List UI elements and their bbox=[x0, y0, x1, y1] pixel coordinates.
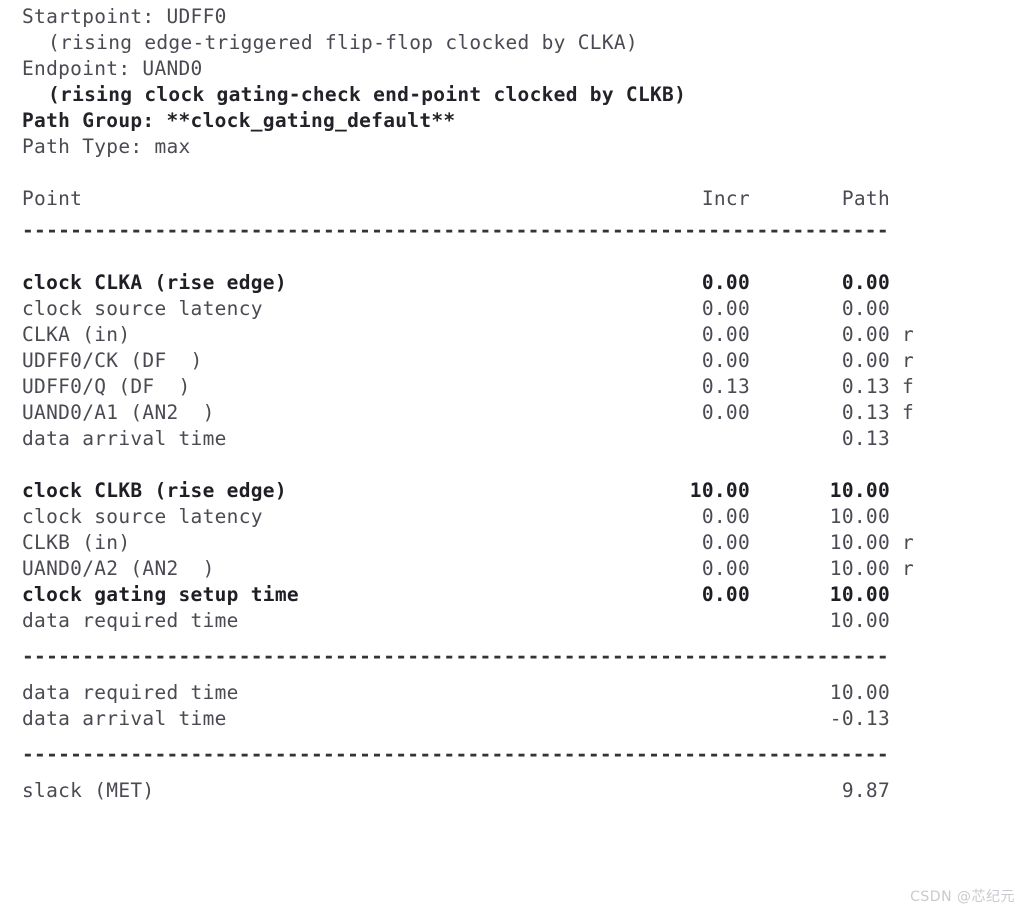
spacer-after-rule-2 bbox=[22, 670, 1007, 680]
capture-path-row: CLKB (in) 0.00 10.00 r bbox=[22, 530, 1007, 556]
capture-path-path: 10.00 bbox=[829, 583, 890, 606]
launch-path-incr: 0.00 bbox=[701, 349, 750, 372]
capture-path-path: 10.00 bbox=[829, 609, 890, 632]
spacer-before-rule-2 bbox=[22, 634, 1007, 644]
separator-rule-bottom: ----------------------------------------… bbox=[22, 743, 889, 766]
launch-path-incr: 0.13 bbox=[701, 375, 750, 398]
path-type-line: Path Type: max bbox=[22, 135, 191, 158]
launch-path-path: 0.13 bbox=[841, 375, 890, 398]
spacer-before-rule-3 bbox=[22, 732, 1007, 742]
spacer-before-launch-block bbox=[22, 244, 1007, 270]
capture-path-row: clock gating setup time 0.00 10.00 bbox=[22, 582, 1007, 608]
launch-path-incr: 0.00 bbox=[701, 297, 750, 320]
report-body: Startpoint: UDFF0 (rising edge-triggered… bbox=[22, 4, 1007, 804]
column-header-incr: Incr bbox=[701, 187, 750, 210]
launch-clock-path-block: clock CLKA (rise edge) 0.00 0.00 clock sour… bbox=[22, 270, 1007, 452]
launch-path-path: 0.13 bbox=[841, 427, 890, 450]
launch-path-path: 0.00 bbox=[841, 297, 890, 320]
capture-path-row: clock CLKB (rise edge) 10.00 10.00 bbox=[22, 478, 1007, 504]
slack-row-container: slack (MET) 9.87 bbox=[22, 778, 1007, 804]
launch-path-incr: 0.00 bbox=[701, 271, 750, 294]
spacer-after-rule-3 bbox=[22, 768, 1007, 778]
launch-path-transition-flag: r bbox=[902, 349, 915, 372]
startpoint-line: Startpoint: UDFF0 bbox=[22, 5, 227, 28]
startpoint-detail-line: (rising edge-triggered flip-flop clocked… bbox=[48, 31, 638, 54]
launch-path-incr: 0.00 bbox=[701, 401, 750, 424]
launch-path-path: 0.00 bbox=[841, 323, 890, 346]
launch-path-path: 0.00 bbox=[841, 271, 890, 294]
spacer-after-preamble bbox=[22, 160, 1007, 186]
launch-path-point: UDFF0/Q (DF ) bbox=[22, 375, 191, 398]
spacer-between-blocks bbox=[22, 452, 1007, 478]
column-header-point: Point bbox=[22, 187, 83, 210]
capture-path-transition-flag: r bbox=[902, 531, 915, 554]
capture-path-point: UAND0/A2 (AN2 ) bbox=[22, 557, 215, 580]
summary-path: -0.13 bbox=[829, 707, 890, 730]
capture-path-point: clock gating setup time bbox=[22, 583, 299, 606]
capture-path-row: data required time 10.00 bbox=[22, 608, 1007, 634]
launch-path-transition-flag: f bbox=[902, 401, 915, 424]
summary-block: data required time 10.00 data arrival time… bbox=[22, 680, 1007, 732]
capture-path-transition-flag: r bbox=[902, 557, 915, 580]
launch-path-row: clock CLKA (rise edge) 0.00 0.00 bbox=[22, 270, 1007, 296]
summary-row: data required time 10.00 bbox=[22, 680, 1007, 706]
separator-rule-middle: ----------------------------------------… bbox=[22, 645, 889, 668]
capture-path-path: 10.00 bbox=[829, 505, 890, 528]
summary-point: data required time bbox=[22, 681, 239, 704]
slack-row: slack (MET) 9.87 bbox=[22, 778, 1007, 804]
launch-path-transition-flag: r bbox=[902, 323, 915, 346]
capture-path-incr: 0.00 bbox=[701, 557, 750, 580]
launch-path-path: 0.13 bbox=[841, 401, 890, 424]
endpoint-line: Endpoint: UAND0 bbox=[22, 57, 203, 80]
launch-path-point: UAND0/A1 (AN2 ) bbox=[22, 401, 215, 424]
capture-path-path: 10.00 bbox=[829, 531, 890, 554]
capture-clock-path-block: clock CLKB (rise edge) 10.00 10.00 clock so… bbox=[22, 478, 1007, 634]
launch-path-transition-flag: f bbox=[902, 375, 915, 398]
table-column-header: Point Incr Path bbox=[22, 186, 1007, 212]
capture-path-path: 10.00 bbox=[829, 479, 890, 502]
endpoint-detail-line: (rising clock gating-check end-point clo… bbox=[48, 83, 687, 106]
launch-path-path: 0.00 bbox=[841, 349, 890, 372]
capture-path-row: clock source latency 0.00 10.00 bbox=[22, 504, 1007, 530]
launch-path-row: UDFF0/Q (DF ) 0.13 0.13 f bbox=[22, 374, 1007, 400]
launch-path-row: CLKA (in) 0.00 0.00 r bbox=[22, 322, 1007, 348]
capture-path-incr: 0.00 bbox=[701, 583, 750, 606]
capture-path-incr: 0.00 bbox=[701, 531, 750, 554]
summary-row: data arrival time -0.13 bbox=[22, 706, 1007, 732]
capture-path-point: CLKB (in) bbox=[22, 531, 131, 554]
column-header-path: Path bbox=[841, 187, 890, 210]
launch-path-point: UDFF0/CK (DF ) bbox=[22, 349, 203, 372]
launch-path-point: clock source latency bbox=[22, 297, 263, 320]
launch-path-row: UAND0/A1 (AN2 ) 0.00 0.13 f bbox=[22, 400, 1007, 426]
capture-path-row: UAND0/A2 (AN2 ) 0.00 10.00 r bbox=[22, 556, 1007, 582]
capture-path-point: data required time bbox=[22, 609, 239, 632]
path-group-line: Path Group: **clock_gating_default** bbox=[22, 109, 456, 132]
summary-point: data arrival time bbox=[22, 707, 227, 730]
launch-path-row: UDFF0/CK (DF ) 0.00 0.00 r bbox=[22, 348, 1007, 374]
capture-path-path: 10.00 bbox=[829, 557, 890, 580]
launch-path-point: data arrival time bbox=[22, 427, 227, 450]
summary-path: 10.00 bbox=[829, 681, 890, 704]
launch-path-row: data arrival time 0.13 bbox=[22, 426, 1007, 452]
launch-path-point: CLKA (in) bbox=[22, 323, 131, 346]
capture-path-incr: 10.00 bbox=[689, 479, 750, 502]
slack-path: 9.87 bbox=[841, 779, 890, 802]
timing-report-page: Startpoint: UDFF0 (rising edge-triggered… bbox=[0, 0, 1027, 914]
csdn-watermark: CSDN @芯纪元 bbox=[910, 889, 1015, 905]
capture-path-incr: 0.00 bbox=[701, 505, 750, 528]
report-preamble: Startpoint: UDFF0 (rising edge-triggered… bbox=[22, 4, 1007, 160]
capture-path-point: clock source latency bbox=[22, 505, 263, 528]
launch-path-incr: 0.00 bbox=[701, 323, 750, 346]
capture-path-point: clock CLKB (rise edge) bbox=[22, 479, 287, 502]
launch-path-row: clock source latency 0.00 0.00 bbox=[22, 296, 1007, 322]
separator-rule-top: ----------------------------------------… bbox=[22, 219, 889, 242]
launch-path-point: clock CLKA (rise edge) bbox=[22, 271, 287, 294]
slack-point: slack (MET) bbox=[22, 779, 155, 802]
